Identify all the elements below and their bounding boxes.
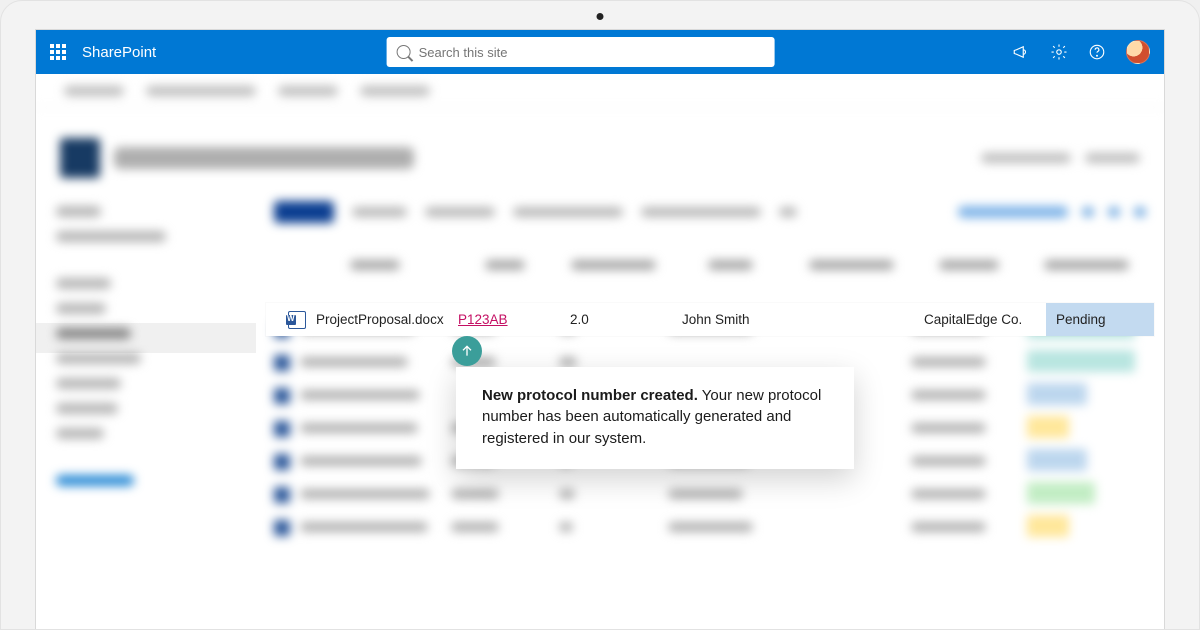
search-box[interactable]: [387, 37, 775, 67]
search-icon: [397, 45, 411, 59]
suite-bar: SharePoint: [36, 30, 1164, 74]
help-icon[interactable]: [1088, 43, 1106, 61]
brand-label: SharePoint: [82, 44, 156, 61]
sidebar-selection-highlight: [36, 323, 256, 353]
gear-icon[interactable]: [1050, 43, 1068, 61]
info-callout: New protocol number created. Your new pr…: [456, 367, 854, 469]
search-input[interactable]: [419, 45, 765, 60]
content-area: ProjectProposal.docx P123AB 2.0 John Smi…: [36, 74, 1164, 629]
status-badge: Pending: [1046, 303, 1154, 336]
editor-value: John Smith: [682, 312, 750, 327]
callout-heading: New protocol number created.: [482, 387, 698, 404]
app-window: SharePoint: [35, 29, 1165, 629]
camera-dot: [597, 13, 604, 20]
approver-value: CapitalEdge Co.: [924, 312, 1022, 327]
word-file-icon: [288, 311, 306, 329]
file-name: ProjectProposal.docx: [316, 312, 444, 327]
app-launcher-icon[interactable]: [50, 44, 66, 60]
avatar[interactable]: [1126, 40, 1150, 64]
highlighted-document-row[interactable]: ProjectProposal.docx P123AB 2.0 John Smi…: [266, 303, 1154, 336]
megaphone-icon[interactable]: [1012, 43, 1030, 61]
device-frame: SharePoint: [0, 0, 1200, 630]
version-value: 2.0: [570, 312, 589, 327]
protocol-code-link[interactable]: P123AB: [458, 312, 508, 327]
callout-arrow-icon: [452, 336, 482, 366]
